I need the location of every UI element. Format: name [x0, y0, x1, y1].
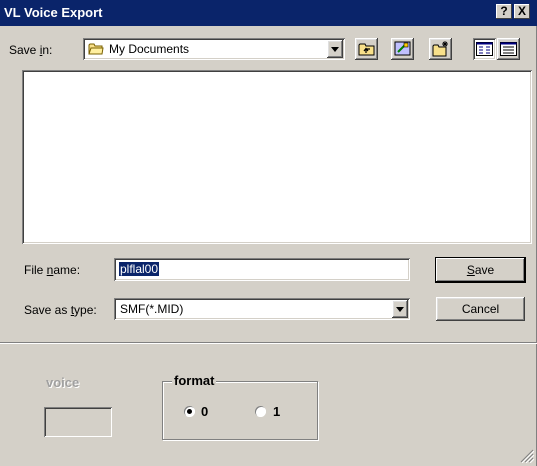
save-as-type-label: Save as type: [24, 303, 97, 317]
title-bar[interactable]: VL Voice Export ? X [0, 0, 537, 26]
window-title: VL Voice Export [4, 5, 103, 20]
format-option-1-label: 1 [273, 404, 281, 419]
new-folder-button[interactable] [429, 38, 452, 60]
chevron-down-icon [396, 307, 404, 312]
cancel-button[interactable]: Cancel [436, 297, 525, 321]
format-radio-0[interactable] [184, 406, 195, 417]
voice-label: voice [46, 375, 80, 390]
file-list[interactable] [22, 70, 532, 244]
list-view-button[interactable] [473, 38, 496, 60]
desktop-button[interactable] [391, 38, 414, 60]
help-button[interactable]: ? [496, 4, 512, 19]
close-button[interactable]: X [514, 4, 530, 19]
up-folder-button[interactable] [355, 38, 378, 60]
format-option-0-label: 0 [201, 404, 209, 419]
list-view-icon [476, 42, 493, 59]
save-in-value: My Documents [109, 42, 190, 56]
save-in-label: Save in: [9, 43, 53, 57]
file-name-label: File name: [24, 263, 81, 277]
desktop-icon [394, 41, 411, 60]
up-folder-icon [358, 41, 375, 60]
save-as-type-dropdown[interactable]: SMF(*.MID) [114, 298, 410, 320]
save-button[interactable]: Save [436, 258, 525, 282]
details-view-button[interactable] [497, 38, 520, 60]
save-as-type-dropdown-button[interactable] [392, 300, 408, 318]
folder-icon [88, 42, 104, 55]
format-label: format [172, 373, 217, 388]
save-in-dropdown[interactable]: My Documents [83, 38, 345, 60]
new-folder-icon [432, 41, 449, 60]
file-name-input[interactable]: plflal00 [114, 258, 410, 281]
dialog-window: VL Voice Export ? X Save in: My Document… [0, 0, 537, 466]
section-divider [0, 342, 537, 344]
format-radio-1[interactable] [255, 406, 266, 417]
details-view-icon [500, 42, 517, 59]
voice-input [44, 407, 112, 437]
save-in-dropdown-button[interactable] [327, 40, 343, 58]
chevron-down-icon [331, 47, 339, 52]
save-as-type-value: SMF(*.MID) [120, 302, 184, 316]
file-name-value: plflal00 [117, 261, 161, 277]
resize-grip-icon[interactable] [520, 449, 535, 464]
